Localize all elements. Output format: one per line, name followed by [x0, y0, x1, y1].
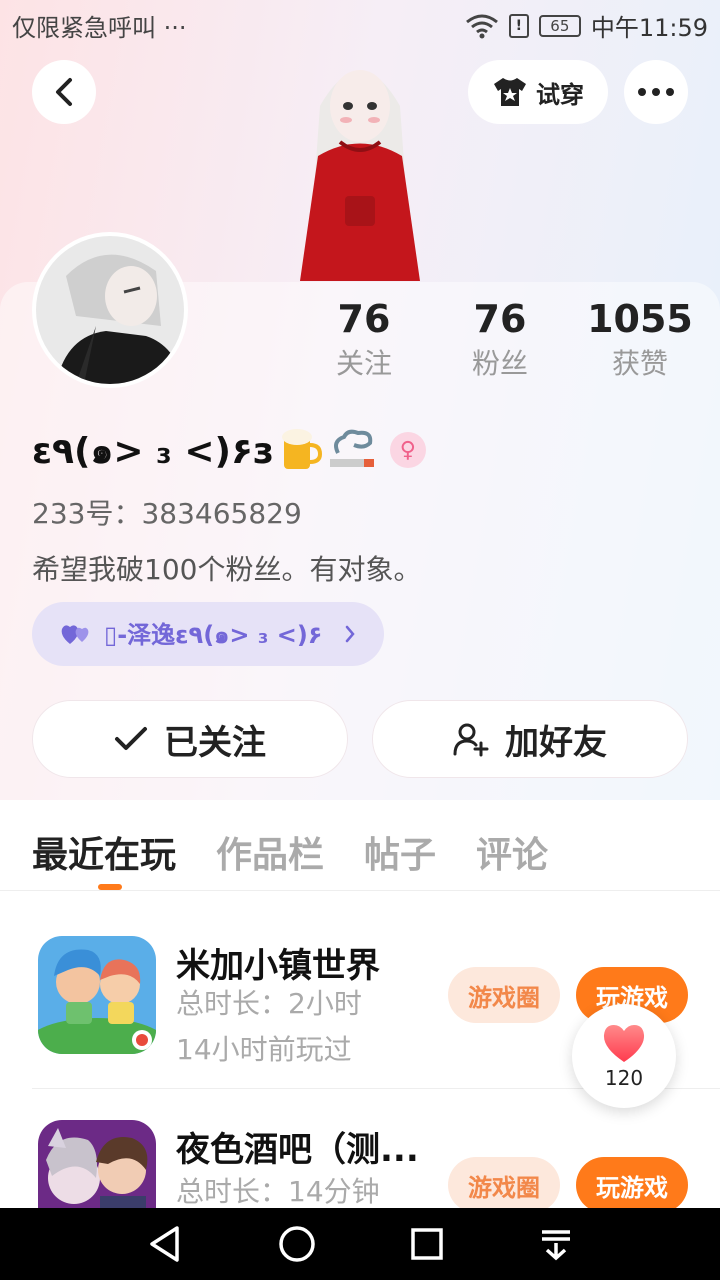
wifi-icon	[465, 14, 498, 38]
add-user-icon	[453, 723, 489, 757]
back-arrow-icon	[56, 78, 72, 106]
user-bio: 希望我破100个粉丝。有对象。	[32, 553, 422, 586]
nickname: ε٩(๑> ₃ <)۶з ♀	[32, 424, 426, 476]
game-duration: 总时长：2小时	[176, 987, 362, 1020]
avatar-3d-figure[interactable]	[270, 46, 450, 286]
sim-alert-icon: !	[508, 13, 529, 38]
back-button[interactable]	[32, 60, 96, 124]
gender-female-icon: ♀	[389, 432, 426, 468]
add-friend-label: 加好友	[505, 722, 607, 763]
game-circle-button[interactable]: 游戏圈	[448, 967, 560, 1023]
profile-stats: 76 关注 76 粉丝 1055 获赞	[300, 296, 700, 386]
nickname-text: ε٩(๑> ₃ <)۶з	[32, 430, 274, 472]
chevron-right-icon	[346, 625, 356, 643]
system-navigation-bar	[0, 1208, 720, 1280]
user-id: 233号：383465829	[32, 497, 302, 530]
heart-icon	[603, 1025, 645, 1062]
game-name: 夜色酒吧（测...	[176, 1130, 419, 1170]
game-icon	[38, 936, 156, 1054]
battery-indicator: 65	[538, 14, 581, 37]
game-name: 米加小镇世界	[176, 946, 380, 986]
nav-recents-icon[interactable]	[410, 1227, 444, 1261]
stat-followers[interactable]: 76 粉丝	[436, 296, 564, 384]
tab-posts[interactable]: 帖子	[364, 826, 436, 878]
fan-group-pill[interactable]: ▯-泽逸ε٩(๑> ₃ <)۶	[32, 602, 384, 666]
followed-label: 已关注	[164, 722, 266, 763]
avatar-image	[36, 236, 184, 384]
divider	[0, 890, 720, 891]
like-button[interactable]: 120	[572, 1004, 676, 1108]
stat-label: 关注	[335, 347, 392, 380]
game-circle-button[interactable]: 游戏圈	[448, 1157, 560, 1213]
fan-group-text: ▯-泽逸ε٩(๑> ₃ <)۶	[104, 620, 323, 649]
tab-works[interactable]: 作品栏	[216, 826, 324, 878]
stat-label: 获赞	[611, 347, 668, 380]
check-icon	[115, 727, 147, 750]
tshirt-icon	[494, 78, 526, 106]
stat-likes[interactable]: 1055 获赞	[572, 296, 708, 384]
carrier-text: 仅限紧急呼叫 ···	[12, 14, 187, 42]
more-button[interactable]	[624, 60, 688, 124]
followed-button[interactable]: 已关注	[32, 700, 348, 778]
more-dots-icon	[638, 88, 674, 96]
game-last-played: 14小时前玩过	[176, 1033, 352, 1066]
nav-menu-icon[interactable]	[539, 1227, 573, 1261]
game-icon	[38, 1120, 156, 1208]
status-bar: 仅限紧急呼叫 ··· ! 65 中午11:59	[0, 0, 720, 48]
try-on-button[interactable]: 试穿	[468, 60, 608, 124]
heart-duo-icon	[61, 625, 89, 644]
profile-tabs: 最近在玩 作品栏 帖子 评论	[32, 826, 548, 878]
play-game-button[interactable]: 玩游戏	[576, 1157, 688, 1213]
status-icons: ! 65 中午11:59	[465, 8, 708, 43]
stat-value: 76	[337, 297, 391, 341]
tab-comments[interactable]: 评论	[476, 826, 548, 878]
try-on-label: 试穿	[536, 80, 584, 109]
stat-following[interactable]: 76 关注	[300, 296, 428, 384]
nav-back-icon[interactable]	[147, 1225, 183, 1263]
stat-value: 1055	[587, 297, 693, 341]
smoking-icon	[329, 429, 374, 467]
nav-home-icon[interactable]	[278, 1225, 316, 1263]
like-count: 120	[604, 1066, 644, 1090]
tab-recently-played[interactable]: 最近在玩	[32, 826, 176, 878]
beer-icon	[281, 429, 322, 469]
stat-label: 粉丝	[471, 347, 528, 380]
stat-value: 76	[473, 297, 527, 341]
add-friend-button[interactable]: 加好友	[372, 700, 688, 778]
game-duration: 总时长：14分钟	[176, 1175, 380, 1208]
clock: 中午11:59	[590, 14, 708, 42]
avatar[interactable]	[32, 232, 188, 388]
